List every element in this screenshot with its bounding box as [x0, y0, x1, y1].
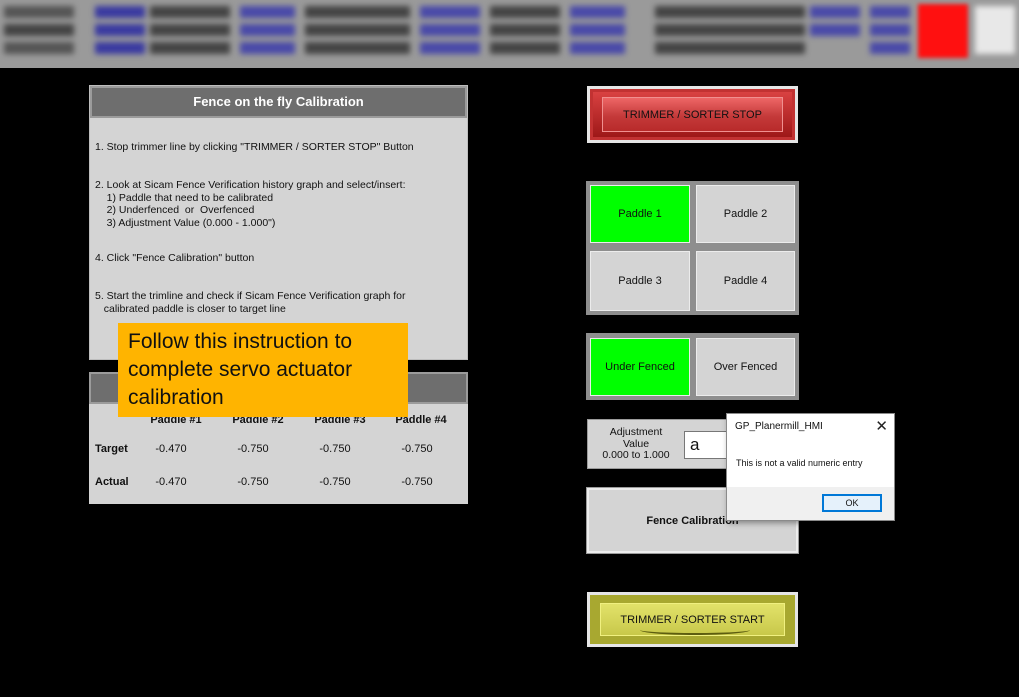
adjustment-label: Adjustment Value 0.000 to 1.000	[594, 426, 678, 462]
dialog-title: GP_Planermill_HMI	[735, 421, 823, 432]
row-label-target: Target	[95, 443, 128, 455]
target-value: -0.750	[237, 443, 269, 455]
alarm-indicator	[918, 4, 968, 58]
actual-value: -0.470	[155, 476, 187, 488]
stop-button-label: TRIMMER / SORTER STOP	[623, 108, 762, 121]
paddle-3-button[interactable]: Paddle 3	[590, 251, 690, 311]
trimmer-sorter-stop-button[interactable]: TRIMMER / SORTER STOP	[587, 86, 798, 143]
row-label-actual: Actual	[95, 476, 129, 488]
actual-value: -0.750	[401, 476, 433, 488]
instruction-step-5: 5. Start the trimline and check if Sicam…	[95, 290, 406, 315]
error-dialog: GP_Planermill_HMI ✕ This is not a valid …	[726, 413, 895, 521]
actual-value: -0.750	[237, 476, 269, 488]
status-bar-content	[0, 0, 1019, 68]
paddle-4-button[interactable]: Paddle 4	[696, 251, 795, 311]
dialog-footer: OK	[727, 487, 894, 520]
adjustment-label-line1: Adjustment	[609, 426, 663, 438]
top-status-bar	[0, 0, 1019, 68]
target-value: -0.470	[155, 443, 187, 455]
start-button-label: TRIMMER / SORTER START	[620, 613, 765, 626]
target-value: -0.750	[319, 443, 351, 455]
instruction-step-1: 1. Stop trimmer line by clicking "TRIMME…	[95, 141, 414, 153]
instruction-step-4: 4. Click "Fence Calibration" button	[95, 252, 255, 264]
instructions-panel: Fence on the fly Calibration 1. Stop tri…	[89, 85, 468, 360]
paddle-1-button[interactable]: Paddle 1	[590, 185, 690, 243]
dialog-message: This is not a valid numeric entry	[736, 458, 863, 468]
close-icon[interactable]: ✕	[875, 417, 888, 435]
instruction-callout: Follow this instruction to complete serv…	[118, 323, 408, 417]
actual-value: -0.750	[319, 476, 351, 488]
instructions-title: Fence on the fly Calibration	[90, 86, 467, 118]
trimmer-sorter-start-button[interactable]: TRIMMER / SORTER START	[587, 592, 798, 647]
instruction-step-2: 2. Look at Sicam Fence Verification hist…	[95, 179, 406, 229]
status-indicator	[975, 6, 1015, 54]
paddle-selector: Paddle 1 Paddle 2 Paddle 3 Paddle 4	[586, 181, 799, 315]
adjustment-label-line3: 0.000 to 1.000	[602, 449, 670, 461]
target-value: -0.750	[401, 443, 433, 455]
fence-mode-selector: Under Fenced Over Fenced	[586, 333, 799, 400]
ok-button[interactable]: OK	[822, 494, 882, 512]
start-button-swoosh	[640, 625, 750, 635]
under-fenced-button[interactable]: Under Fenced	[590, 338, 690, 396]
over-fenced-button[interactable]: Over Fenced	[696, 338, 795, 396]
paddle-2-button[interactable]: Paddle 2	[696, 185, 795, 243]
